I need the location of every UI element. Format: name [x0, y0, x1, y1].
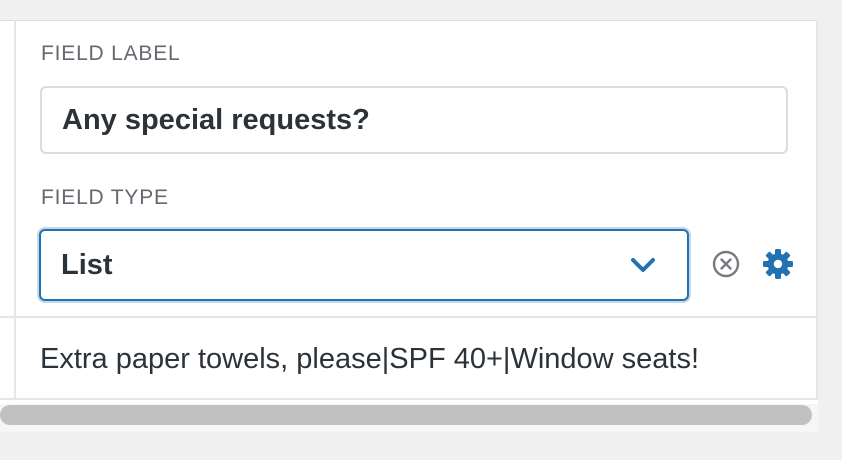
right-column-divider: [816, 20, 818, 400]
field-type-selected-value: List: [61, 249, 113, 281]
field-label-input[interactable]: [40, 86, 788, 154]
clear-circle-x-icon[interactable]: [711, 249, 741, 279]
field-type-select[interactable]: List: [39, 229, 689, 301]
left-column-divider: [14, 20, 16, 400]
gear-icon[interactable]: [762, 248, 794, 280]
horizontal-scrollbar-thumb[interactable]: [0, 405, 812, 425]
panel-top-border: [0, 20, 818, 21]
bottom-divider: [0, 398, 818, 400]
field-label-heading: FIELD LABEL: [41, 42, 181, 65]
field-type-heading: FIELD TYPE: [41, 186, 169, 209]
row-divider: [0, 316, 818, 318]
chevron-down-icon: [631, 258, 655, 272]
list-options-value: Extra paper towels, please|SPF 40+|Windo…: [40, 343, 700, 375]
